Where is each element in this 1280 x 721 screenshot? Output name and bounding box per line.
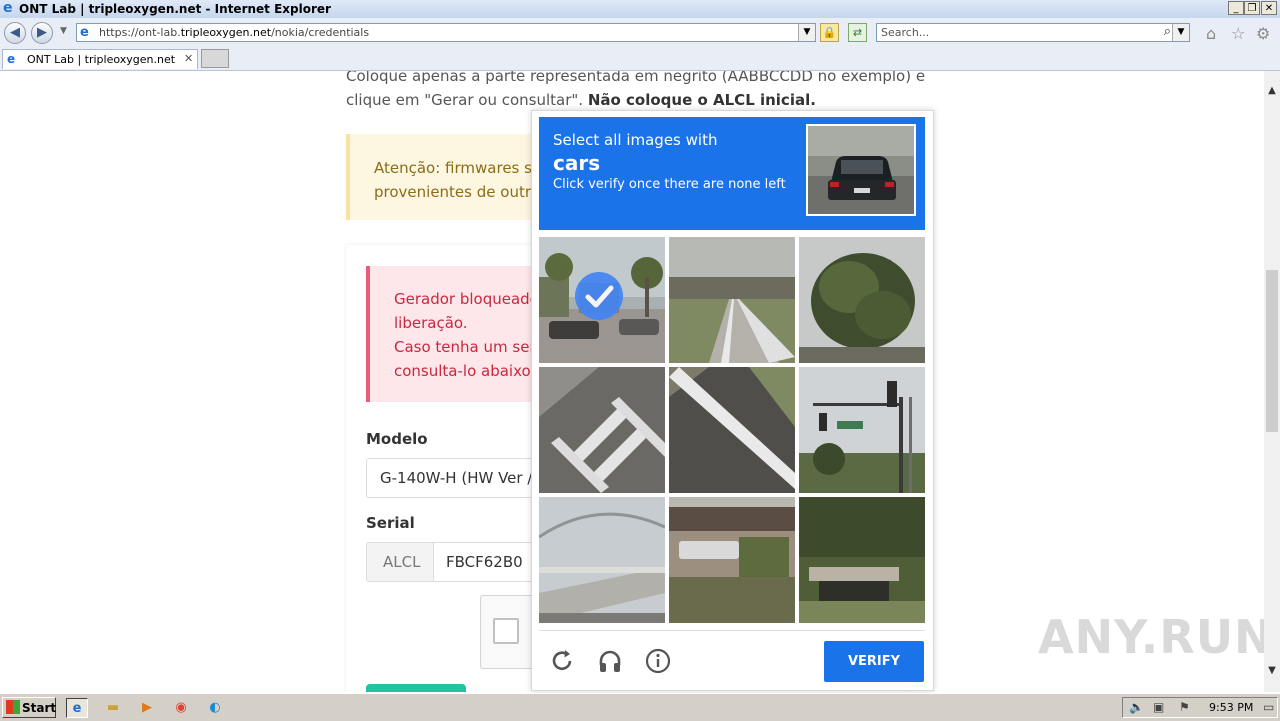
tile-traffic-light[interactable] xyxy=(799,367,925,493)
system-tray: 🔈 ▣ ⚑ 9:53 PM ▭ xyxy=(1122,697,1278,718)
model-value: G-140W-H (HW Ver / xyxy=(380,469,533,487)
tile-road-overpass[interactable] xyxy=(669,237,795,363)
taskbar-media-player-icon[interactable]: ▶ xyxy=(136,698,158,718)
vertical-scrollbar[interactable]: ▲ ▼ xyxy=(1264,71,1280,692)
warning-line-2: provenientes de outro xyxy=(374,183,540,201)
intro-line-2: clique em "Gerar ou consultar". Não colo… xyxy=(346,91,816,109)
error-line-3: Caso tenha um seria xyxy=(394,338,549,356)
lock-icon[interactable]: 🔒 xyxy=(820,23,839,42)
tab-ont-lab[interactable]: e ONT Lab | tripleoxygen.net ✕ xyxy=(2,49,198,69)
tab-ie-icon: e xyxy=(7,52,16,66)
forward-button[interactable]: ▶ xyxy=(31,22,53,44)
tab-close-icon[interactable]: ✕ xyxy=(184,52,193,65)
ie-logo-icon: e xyxy=(3,0,13,16)
tile-overpass-car[interactable] xyxy=(669,497,795,623)
scroll-up-icon[interactable]: ▲ xyxy=(1264,85,1280,96)
captcha-subtext: Click verify once there are none left xyxy=(553,177,786,192)
address-bar[interactable]: e https://ont-lab.tripleoxygen.net/nokia… xyxy=(76,23,816,42)
show-desktop-icon[interactable]: ▭ xyxy=(1263,700,1274,714)
settings-gear-icon[interactable]: ⚙ xyxy=(1256,24,1270,43)
tile-palm-tree[interactable] xyxy=(799,237,925,363)
home-icon[interactable]: ⌂ xyxy=(1206,24,1216,43)
tile-bridge-trees[interactable] xyxy=(799,497,925,623)
sample-car-image xyxy=(806,124,916,216)
reload-icon[interactable] xyxy=(548,648,576,676)
new-tab-button[interactable] xyxy=(201,49,229,68)
title-bar: e ONT Lab | tripleoxygen.net - Internet … xyxy=(0,0,1280,19)
scroll-down-icon[interactable]: ▼ xyxy=(1264,665,1280,676)
network-icon[interactable]: ▣ xyxy=(1153,700,1164,714)
scroll-thumb[interactable] xyxy=(1266,270,1278,432)
tile-bridge-railing[interactable] xyxy=(539,497,665,623)
history-dropdown-icon[interactable]: ▼ xyxy=(60,26,67,36)
clock: 9:53 PM xyxy=(1209,701,1254,714)
taskbar-ie-icon[interactable]: e xyxy=(66,698,88,718)
taskbar-edge-icon[interactable]: ◐ xyxy=(204,698,226,718)
action-center-flag-icon[interactable]: ⚑ xyxy=(1179,700,1190,714)
anyrun-watermark: ANY.RUN xyxy=(1038,610,1264,664)
serial-label: Serial xyxy=(366,514,415,532)
search-box[interactable]: Search... ⌕ ▼ xyxy=(876,23,1190,42)
taskbar-folder-icon[interactable]: ▬ xyxy=(102,698,124,718)
captcha-instruction: Select all images with xyxy=(553,131,718,149)
tab-bar: e ONT Lab | tripleoxygen.net ✕ xyxy=(0,48,1280,71)
refresh-icon[interactable]: ⇄ xyxy=(848,23,867,42)
tile-road-line[interactable] xyxy=(669,367,795,493)
verify-button[interactable]: VERIFY xyxy=(824,641,924,682)
tile-crosswalk[interactable] xyxy=(539,367,665,493)
search-icon[interactable]: ⌕ xyxy=(1164,24,1171,39)
favorites-star-icon[interactable]: ☆ xyxy=(1231,24,1245,43)
warning-line-1: Atenção: firmwares ser xyxy=(374,159,548,177)
tile-selected-check-icon xyxy=(575,272,623,320)
audio-headphones-icon[interactable] xyxy=(596,648,624,676)
taskbar-chrome-icon[interactable]: ◉ xyxy=(170,698,192,718)
taskbar: Start e ▬ ▶ ◉ ◐ 🔈 ▣ ⚑ 9:53 PM ▭ xyxy=(0,693,1280,721)
tab-label: ONT Lab | tripleoxygen.net xyxy=(27,53,176,66)
window-title: ONT Lab | tripleoxygen.net - Internet Ex… xyxy=(19,2,331,16)
error-line-4: consulta-lo abaixo s xyxy=(394,362,544,380)
back-button[interactable]: ◀ xyxy=(4,22,26,44)
start-button[interactable]: Start xyxy=(2,697,56,718)
windows-flag-icon xyxy=(6,700,20,714)
navigation-bar: ◀ ▶ ▼ e https://ont-lab.tripleoxygen.net… xyxy=(0,18,1280,48)
address-url: https://ont-lab.tripleoxygen.net/nokia/c… xyxy=(99,26,370,39)
captcha-target: cars xyxy=(553,151,601,175)
captcha-divider xyxy=(539,630,925,631)
recaptcha-checkbox[interactable] xyxy=(493,618,519,644)
generate-button[interactable] xyxy=(366,684,466,692)
close-window-button[interactable]: ✕ xyxy=(1261,1,1277,15)
site-ie-icon: e xyxy=(80,25,89,40)
volume-icon[interactable]: 🔈 xyxy=(1129,700,1144,714)
minimize-button[interactable]: _ xyxy=(1228,1,1244,15)
restore-button[interactable]: ❐ xyxy=(1244,1,1260,15)
model-label: Modelo xyxy=(366,430,428,448)
info-icon[interactable] xyxy=(644,648,672,676)
address-dropdown-icon[interactable]: ▼ xyxy=(798,24,815,41)
error-line-2: liberação. xyxy=(394,314,468,332)
error-line-1: Gerador bloqueado xyxy=(394,290,539,308)
serial-prefix: ALCL xyxy=(366,542,434,582)
captcha-header: Select all images with cars Click verify… xyxy=(539,117,925,230)
search-placeholder: Search... xyxy=(881,26,930,39)
search-dropdown-icon[interactable]: ▼ xyxy=(1172,24,1189,41)
intro-line-1: Coloque apenas a parte representada em n… xyxy=(346,71,926,85)
